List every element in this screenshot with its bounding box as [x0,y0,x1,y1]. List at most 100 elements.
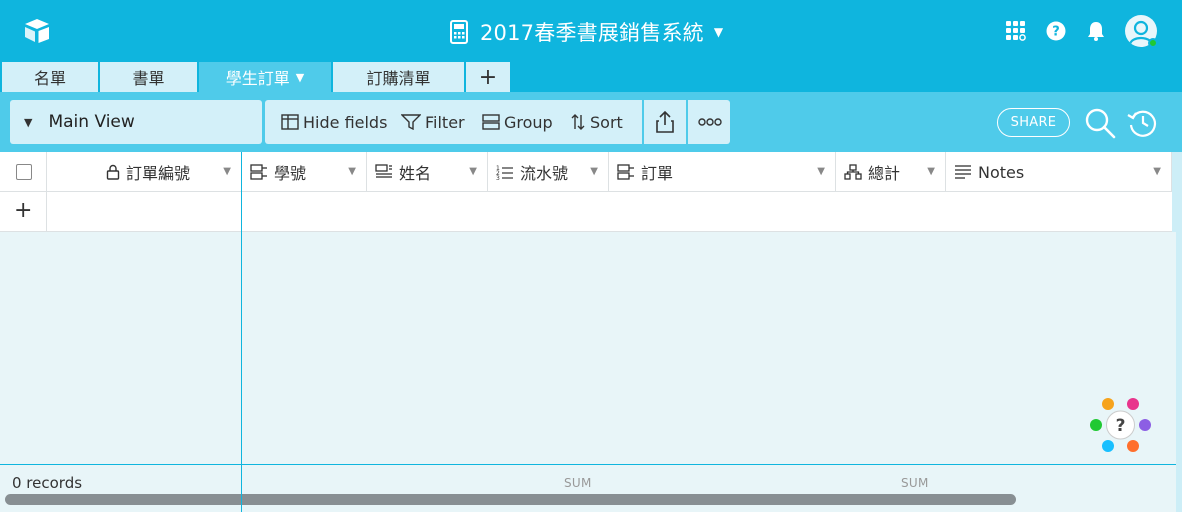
table-tabs: 名單 書單 學生訂單 ▼ 訂購清單 + [0,62,1182,92]
help-dot [1090,419,1102,431]
tab-label: 書單 [132,69,165,88]
sort-label: Sort [590,112,623,132]
toolbar-divider [642,100,644,144]
chevron-down-icon: ▼ [713,25,724,39]
tab-order-list[interactable]: 訂購清單 [333,62,466,92]
group-button[interactable]: Group [482,100,553,144]
frozen-column-divider [241,152,242,512]
chevron-down-icon[interactable]: ▼ [296,71,304,84]
bell-icon[interactable] [1085,20,1107,42]
column-header-label: 訂單 [641,164,674,183]
toolbar-divider [686,100,688,144]
column-header-label: 總計 [868,164,901,183]
chevron-down-icon: ▼ [24,115,33,129]
help-icon: ? [1116,416,1126,436]
group-icon [482,114,500,130]
plus-icon: + [478,64,498,90]
column-header-student-id[interactable]: 學號 ▼ [242,152,367,192]
add-table-button[interactable]: + [466,62,512,92]
tab-book-list[interactable]: 書單 [100,62,199,92]
upload-share-icon [656,110,674,133]
help-widget[interactable]: ? [1086,395,1154,455]
link-record-icon [250,164,267,180]
help-dot [1102,440,1114,452]
help-dot [1127,398,1139,410]
select-all-checkbox[interactable] [16,164,32,180]
sort-button[interactable]: Sort [570,100,623,144]
column-header-serial-number[interactable]: 1 2 3 流水號 ▼ [488,152,609,192]
summary-sum[interactable]: SUM [901,476,929,490]
view-toolbar: Hide fields Filter Group Sort [265,100,730,144]
help-dot [1127,440,1139,452]
row-divider [46,192,47,232]
svg-text:?: ? [1052,25,1060,40]
share-view-button[interactable] [655,100,679,144]
share-button[interactable]: SHARE [997,108,1070,137]
grid-header: 訂單編號 ▼ 學號 ▼ 姓名 ▼ 1 2 3 流水號 ▼ 訂單 ▼ 總計 ▼ N… [0,152,1172,192]
tab-label: 訂購清單 [366,69,431,88]
add-record-row[interactable]: + [0,192,1172,232]
view-name: Main View [48,112,135,132]
help-icon[interactable]: ? [1045,20,1067,42]
summary-sum[interactable]: SUM [564,476,592,490]
column-header-label: 姓名 [399,164,432,183]
help-dot [1139,419,1151,431]
search-icon[interactable] [1083,106,1117,140]
record-count: 0 records [12,474,83,492]
column-header-order[interactable]: 訂單 ▼ [609,152,836,192]
horizontal-scrollbar[interactable] [5,494,1016,505]
tab-label: 學生訂單 [225,69,290,88]
column-header-notes[interactable]: Notes ▼ [946,152,1172,192]
view-bar: ▼ Main View Hide fields Filter Group Sor… [0,92,1182,152]
column-header-label: 流水號 [520,164,569,183]
plus-icon[interactable]: + [14,198,32,223]
column-header-label: Notes [978,162,1025,182]
help-dot [1102,398,1114,410]
filter-label: Filter [425,112,465,132]
chevron-down-icon[interactable]: ▼ [817,166,825,177]
column-header-total[interactable]: 總計 ▼ [836,152,946,192]
svg-text:3: 3 [496,175,500,180]
link-record-icon [617,164,634,180]
chevron-down-icon[interactable]: ▼ [927,166,935,177]
column-header-order-id[interactable]: 訂單編號 ▼ [47,152,242,192]
filter-icon [401,114,421,130]
chevron-down-icon[interactable]: ▼ [469,166,477,177]
history-icon[interactable] [1126,106,1160,140]
tab-student-orders[interactable]: 學生訂單 ▼ [199,62,333,92]
sort-icon [571,114,585,130]
lock-icon [106,164,120,180]
summary-bar: 0 records SUM SUM [0,464,1176,512]
hide-fields-button[interactable]: Hide fields [281,100,387,144]
apps-grid-icon[interactable] [1005,20,1027,42]
base-title-text: 2017春季書展銷售系統 [480,21,704,45]
select-all-cell [0,152,47,192]
column-header-label: 學號 [274,164,307,183]
chevron-down-icon[interactable]: ▼ [590,166,598,177]
autonumber-icon: 1 2 3 [496,165,513,180]
view-switcher[interactable]: ▼ Main View [10,100,262,144]
airtable-logo-icon[interactable] [22,16,52,46]
more-options-button[interactable] [698,100,726,144]
column-header-label: 訂單編號 [125,164,190,183]
top-bar: 2017春季書展銷售系統 ▼ ? [0,0,1182,62]
column-header-name[interactable]: 姓名 ▼ [367,152,488,192]
grid-right-edge [1176,152,1182,512]
grid-body [0,232,1176,464]
tab-label: 名單 [33,69,66,88]
long-text-icon [955,165,971,179]
table-icon [281,114,299,130]
more-dots-icon [698,118,722,126]
tab-name-list[interactable]: 名單 [2,62,100,92]
filter-button[interactable]: Filter [401,100,465,144]
rollup-icon [844,164,862,180]
chevron-down-icon[interactable]: ▼ [1153,166,1161,177]
chevron-down-icon[interactable]: ▼ [348,166,356,177]
lookup-icon [375,164,392,178]
hide-fields-label: Hide fields [303,112,388,132]
online-status-dot [1148,38,1158,48]
chevron-down-icon[interactable]: ▼ [223,166,231,177]
calculator-icon [450,20,468,44]
base-title[interactable]: 2017春季書展銷售系統 ▼ [450,16,723,48]
group-label: Group [504,112,553,132]
